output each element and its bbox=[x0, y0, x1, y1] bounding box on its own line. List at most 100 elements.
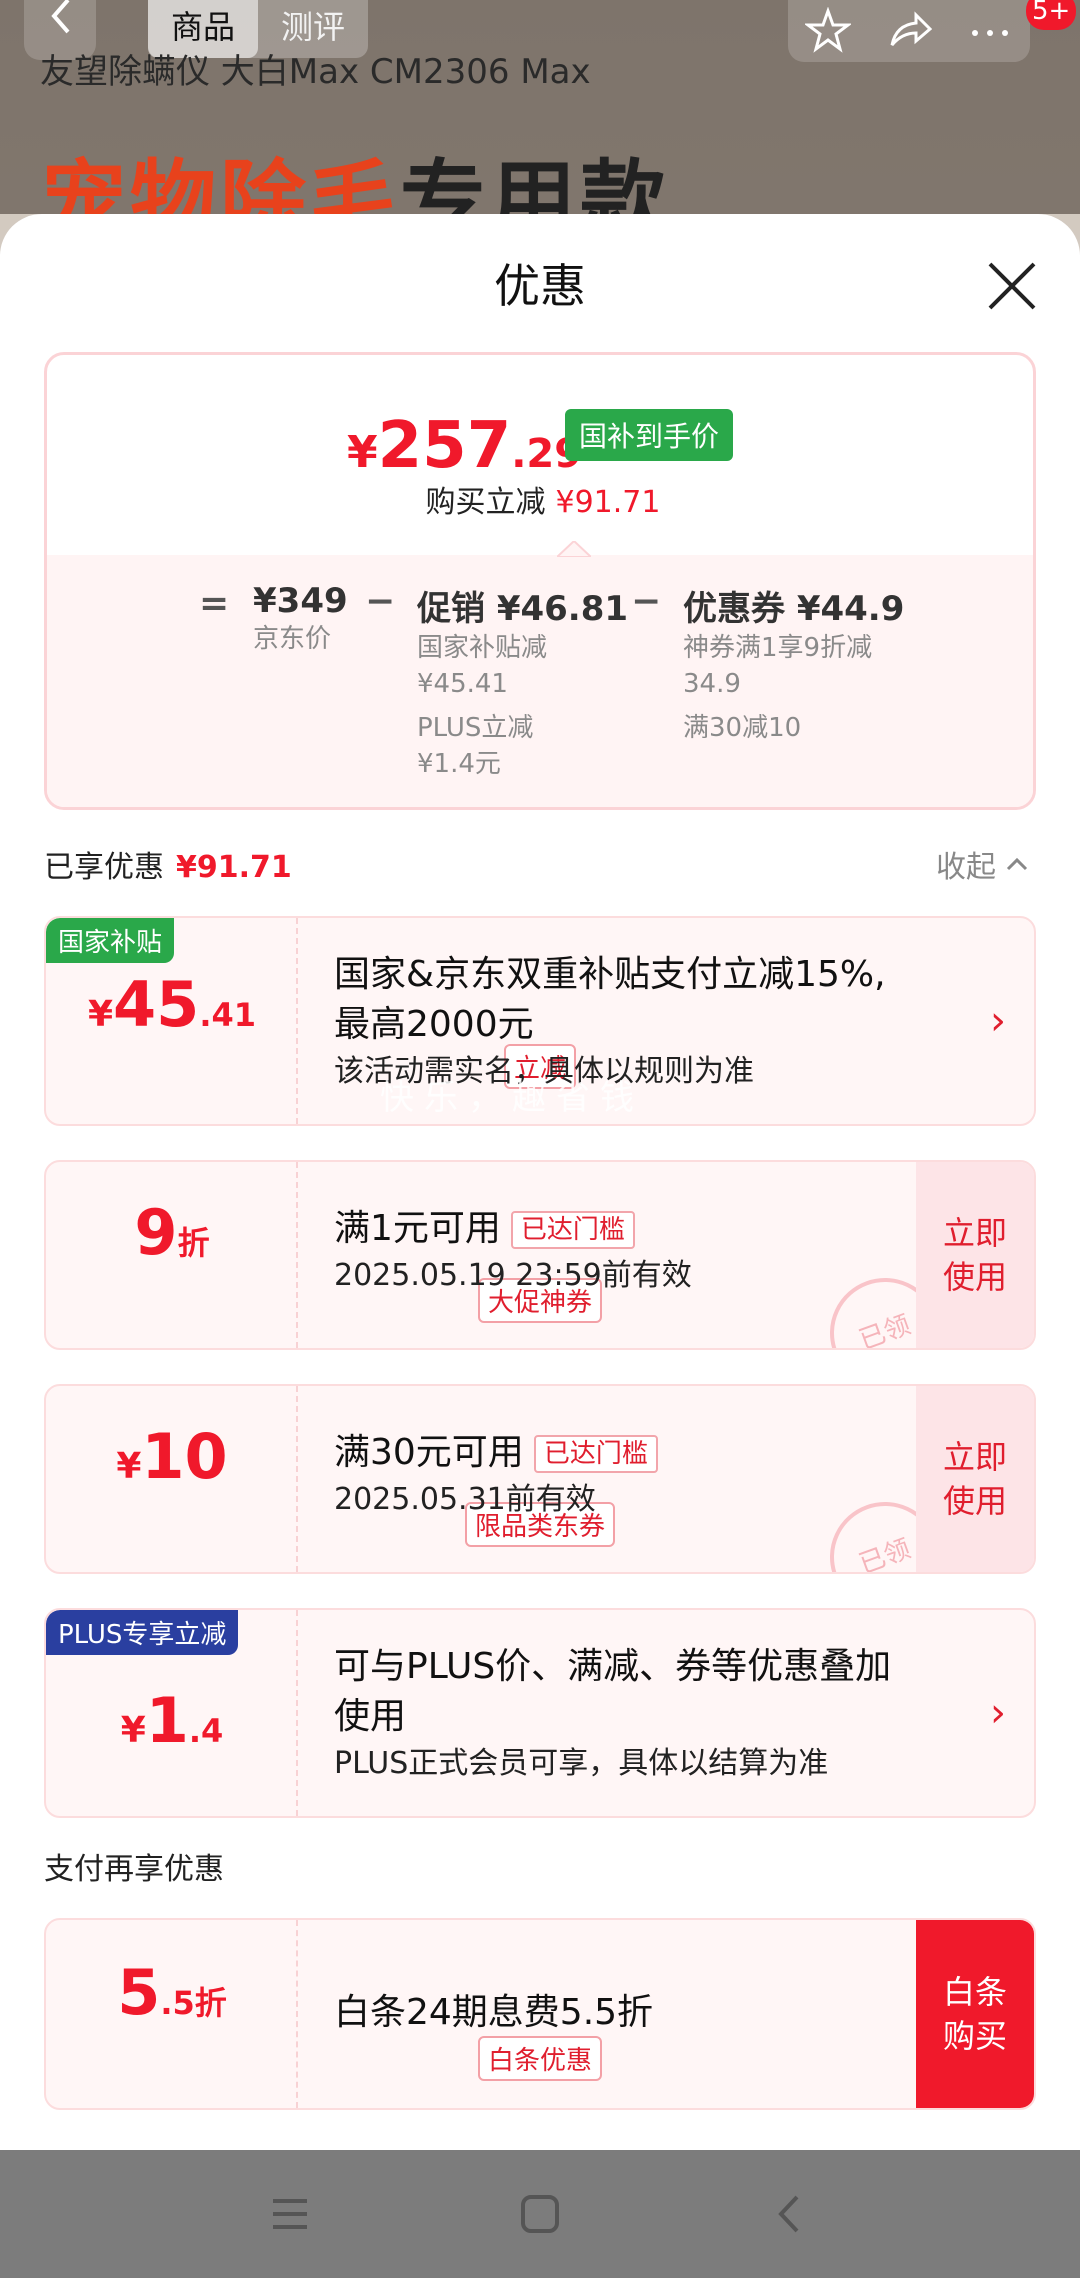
promo-item: 国家补贴减 bbox=[417, 633, 548, 663]
button-line: 立即 bbox=[942, 1214, 1007, 1252]
minus-sign: − bbox=[365, 581, 396, 622]
threshold-badge: 已达门槛 bbox=[510, 1211, 635, 1249]
amount-suffix: .41 bbox=[199, 996, 257, 1034]
notification-badge: 5+ bbox=[1026, 0, 1077, 30]
chevron-right-icon: › bbox=[990, 1690, 1006, 1736]
enjoyed-label: 已享优惠 bbox=[44, 850, 164, 885]
pointer-notch bbox=[557, 541, 591, 557]
collapse-toggle[interactable]: 收起 bbox=[936, 842, 1032, 886]
coupon-total: 优惠券 ¥44.9 bbox=[683, 589, 905, 629]
equals-sign: = bbox=[199, 583, 230, 624]
coupon-title: 使用 bbox=[334, 1696, 407, 1737]
coupon-text: 白条24期息费5.5折 bbox=[334, 1988, 653, 2038]
coupon-text: 满1元可用 已达门槛 2025.05.19 23:59前有效 bbox=[334, 1204, 692, 1298]
promo-total: 促销 ¥46.81 bbox=[417, 589, 629, 629]
button-line: 白条 bbox=[942, 1973, 1007, 2011]
amount-prefix: ¥ bbox=[120, 1710, 146, 1751]
chevron-right-icon: › bbox=[990, 998, 1006, 1044]
amount-suffix: .4 bbox=[188, 1712, 224, 1750]
more-icon[interactable] bbox=[967, 7, 1013, 53]
coupon-item: 34.9 bbox=[683, 669, 741, 699]
close-icon bbox=[988, 262, 1036, 310]
coupon-title: 国家&京东双重补贴支付立减15%, bbox=[334, 954, 886, 995]
amount-prefix: ¥ bbox=[87, 994, 114, 1035]
coupon-title-line: 满30元可用 已达门槛 bbox=[334, 1428, 658, 1478]
amount-main: 9 bbox=[134, 1196, 178, 1269]
coupon-jd-10: ¥10 限品类东券 满30元可用 已达门槛 2025.05.31前有效 已领 立即… bbox=[44, 1384, 1036, 1574]
button-line: 使用 bbox=[942, 1258, 1007, 1296]
coupon-item: 神券满1享9折减 bbox=[683, 633, 873, 663]
coupon-ribbon: PLUS专享立减 bbox=[46, 1610, 239, 1655]
baitiao-buy-button[interactable]: 白条 购买 bbox=[916, 1920, 1034, 2108]
coupon-item: 满30减10 bbox=[683, 713, 802, 743]
coupon-plus[interactable]: PLUS专享立减 ¥1.4 可与PLUS价、满减、券等优惠叠加 使用 PLUS正… bbox=[44, 1608, 1036, 1818]
jd-price-label: 京东价 bbox=[253, 624, 332, 654]
coupon-title: 白条24期息费5.5折 bbox=[334, 1992, 654, 2033]
coupon-baitiao: 5.5折 白条优惠 白条24期息费5.5折 白条购买 bbox=[44, 1918, 1036, 2110]
close-button[interactable] bbox=[984, 258, 1040, 314]
coupon-discount-9: 9折 大促神券 满1元可用 已达门槛 2025.05.19 23:59前有效 已领… bbox=[44, 1160, 1036, 1350]
threshold-badge: 已达门槛 bbox=[533, 1435, 658, 1473]
enjoyed-discount-header: 已享优惠 ¥91.71 bbox=[44, 842, 292, 886]
coupon-tag: 白条优惠 bbox=[477, 2036, 603, 2081]
menu-icon[interactable] bbox=[265, 2189, 315, 2239]
coupon-text: 满30元可用 已达门槛 2025.05.31前有效 bbox=[334, 1428, 658, 1522]
coupon-text: 可与PLUS价、满减、券等优惠叠加 使用 PLUS正式会员可享，具体以结算为准 bbox=[334, 1642, 891, 1786]
use-now-button[interactable]: 立即 使用 bbox=[916, 1162, 1034, 1348]
product-title: 友望除螨仪 大白Max CM2306 Max bbox=[40, 52, 591, 92]
watermark-text: 快乐，趣省钱 bbox=[380, 1078, 644, 1118]
coupon-title: 可与PLUS价、满减、券等优惠叠加 bbox=[334, 1646, 892, 1687]
chevron-up-icon bbox=[1006, 857, 1028, 871]
promo-item: PLUS立减 bbox=[417, 713, 534, 743]
reduce-line: 购买立减 ¥91.71 bbox=[47, 477, 1033, 521]
share-icon[interactable] bbox=[886, 7, 932, 53]
amount-prefix: ¥ bbox=[116, 1446, 142, 1487]
system-nav-bar bbox=[0, 2150, 1080, 2278]
back-icon[interactable] bbox=[765, 2189, 815, 2239]
amount-main: 1 bbox=[145, 1684, 189, 1757]
promo-item: ¥45.41 bbox=[417, 669, 508, 699]
coupon-title: 最高2000元 bbox=[334, 1004, 534, 1045]
coupon-block: 优惠券 ¥44.9 神券满1享9折减 34.9 满30减10 bbox=[683, 581, 904, 746]
final-price: ¥ 257 .29 bbox=[347, 409, 582, 483]
reduce-value: ¥91.71 bbox=[555, 485, 661, 520]
promo-item: ¥1.4元 bbox=[417, 749, 501, 779]
home-icon[interactable] bbox=[515, 2189, 565, 2239]
minus-sign: − bbox=[631, 581, 662, 622]
coupon-desc: PLUS正式会员可享，具体以结算为准 bbox=[334, 1746, 829, 1781]
coupon-ribbon: 国家补贴 bbox=[46, 918, 175, 963]
coupon-amount: 9折 bbox=[46, 1196, 298, 1269]
amount-main: 10 bbox=[141, 1420, 228, 1493]
promo-block: 促销 ¥46.81 国家补贴减 ¥45.41 PLUS立减 ¥1.4元 bbox=[417, 581, 628, 782]
amount-main: 45 bbox=[113, 968, 200, 1041]
coupon-validity: 2025.05.19 23:59前有效 bbox=[334, 1258, 692, 1293]
coupon-validity: 2025.05.31前有效 bbox=[334, 1482, 596, 1517]
amount-suffix: 折 bbox=[177, 1224, 210, 1262]
jd-price: ¥349 bbox=[253, 581, 348, 621]
coupon-title-line: 满1元可用 已达门槛 bbox=[334, 1204, 692, 1254]
button-line: 购买 bbox=[942, 2017, 1007, 2055]
top-actions bbox=[788, 0, 1030, 62]
pay-section-header: 支付再享优惠 bbox=[44, 1852, 224, 1887]
sheet-title: 优惠 bbox=[494, 259, 586, 313]
coupon-title: 满30元可用 bbox=[334, 1432, 524, 1473]
button-line: 使用 bbox=[942, 1482, 1007, 1520]
coupon-title: 满1元可用 bbox=[334, 1208, 501, 1249]
collapse-label: 收起 bbox=[936, 850, 996, 885]
star-icon[interactable] bbox=[805, 7, 852, 53]
price-currency: ¥ bbox=[347, 427, 378, 478]
amount-suffix: .5折 bbox=[160, 1984, 227, 2022]
coupon-amount: ¥1.4 bbox=[46, 1684, 298, 1757]
subsidy-price-tag: 国补到手价 bbox=[565, 409, 734, 461]
button-line: 立即 bbox=[942, 1438, 1007, 1476]
coupon-amount: ¥45.41 bbox=[46, 968, 298, 1041]
coupon-amount: 5.5折 bbox=[46, 1956, 298, 2029]
jd-price-block: ¥349 京东价 bbox=[253, 581, 348, 657]
price-integer: 257 bbox=[377, 409, 512, 483]
price-summary-card: ¥ 257 .29 国补到手价 购买立减 ¥91.71 = ¥349 京东价 − … bbox=[44, 352, 1036, 810]
enjoyed-value: ¥91.71 bbox=[176, 850, 292, 885]
use-now-button[interactable]: 立即 使用 bbox=[916, 1386, 1034, 1572]
reduce-label: 购买立减 bbox=[425, 485, 546, 520]
coupon-amount: ¥10 bbox=[46, 1420, 298, 1493]
amount-main: 5 bbox=[117, 1956, 161, 2029]
